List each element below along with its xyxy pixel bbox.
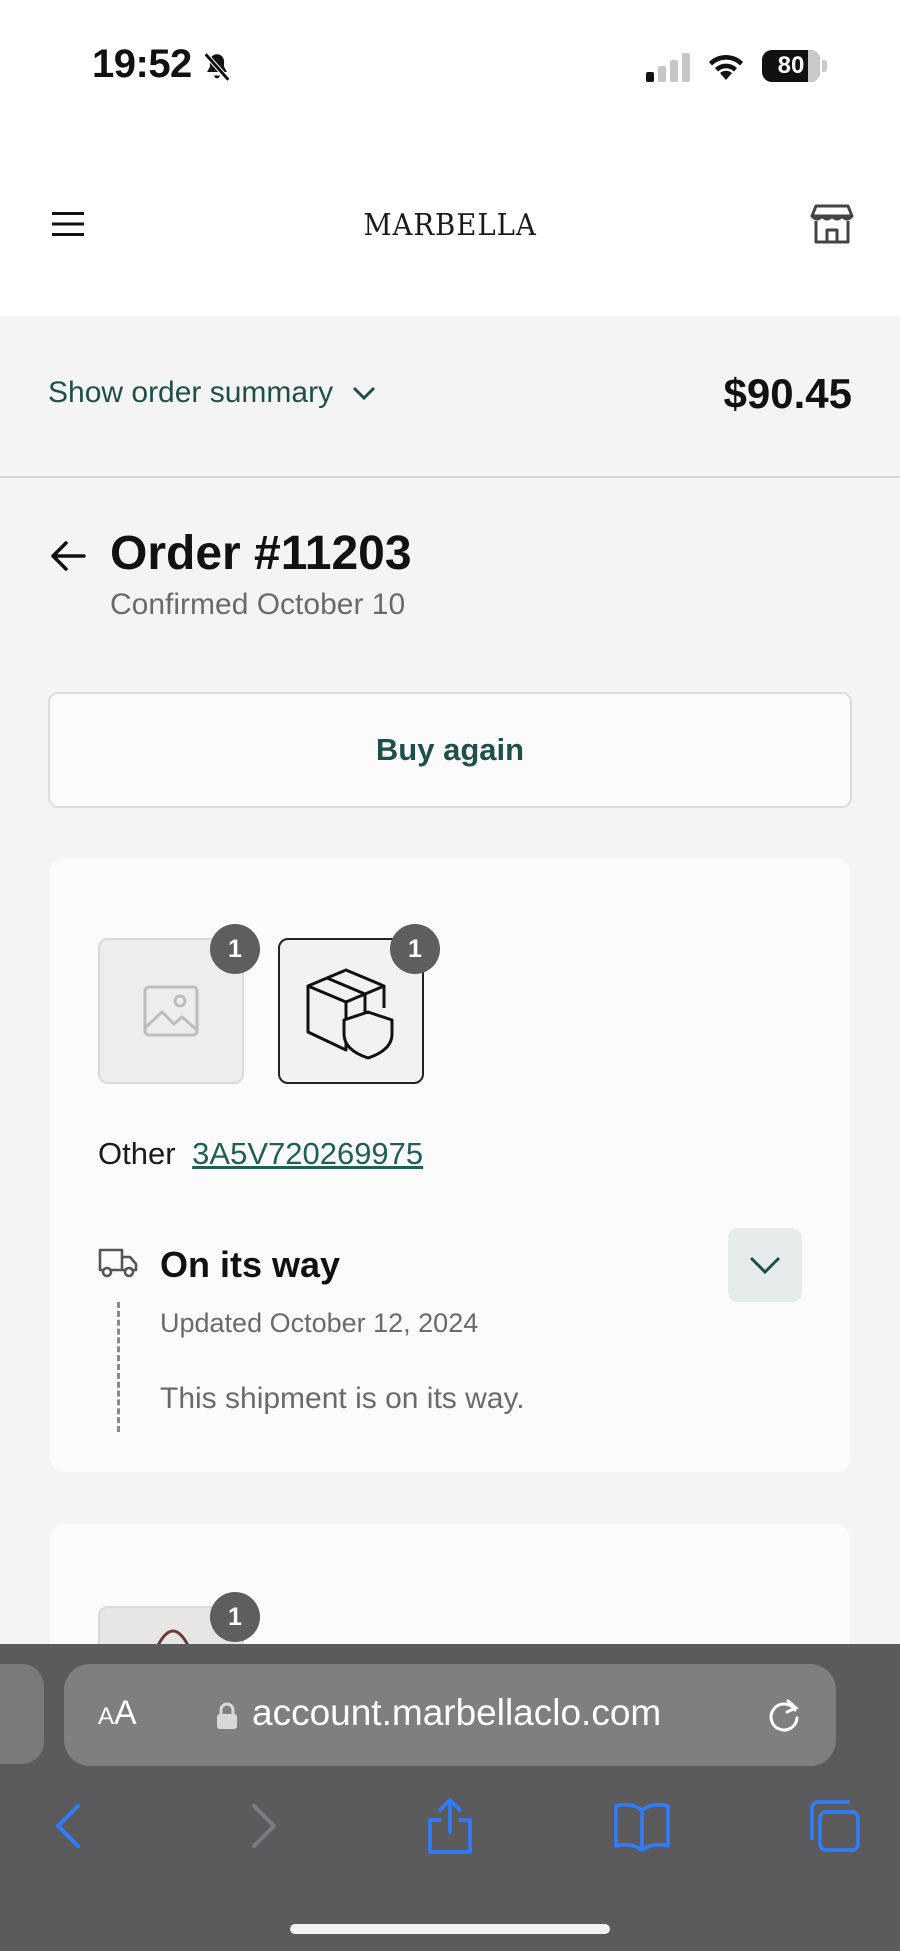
browser-toolbar: AAAA account.marbellaclo.com [0, 1644, 900, 1951]
expand-shipment-button[interactable] [728, 1228, 802, 1302]
battery-indicator: 80 [762, 50, 820, 82]
status-message: This shipment is on its way. [160, 1382, 525, 1415]
cellular-signal-icon [646, 53, 690, 82]
status-time: 19:52 [92, 42, 192, 86]
home-indicator [290, 1924, 610, 1934]
back-arrow-icon[interactable] [48, 536, 88, 576]
chevron-down-icon [749, 1256, 781, 1275]
order-confirmed-date: Confirmed October 10 [110, 588, 406, 621]
carrier-label: Other [98, 1136, 176, 1171]
show-order-summary-toggle[interactable]: Show order summary [48, 376, 377, 410]
lock-icon [217, 1702, 237, 1729]
store-icon[interactable] [810, 204, 854, 244]
bell-slash-icon [203, 52, 231, 82]
url-text: account.marbellaclo.com [252, 1692, 662, 1733]
bookmarks-icon[interactable] [612, 1796, 672, 1856]
package-protection-icon [306, 968, 394, 1060]
shipment-status-title: On its way [160, 1244, 341, 1285]
order-total: $90.45 [723, 370, 852, 417]
text-size-button[interactable]: AAAA [98, 1694, 137, 1733]
address-bar[interactable]: AAAA account.marbellaclo.com [64, 1664, 836, 1766]
tabs-icon[interactable] [804, 1796, 864, 1856]
page-title: Order #11203 [110, 527, 412, 580]
quantity-badge: 1 [210, 924, 260, 974]
previous-tab-preview[interactable] [0, 1664, 44, 1764]
back-icon[interactable] [40, 1796, 100, 1856]
quantity-badge: 1 [210, 1592, 260, 1642]
forward-icon[interactable] [232, 1796, 292, 1856]
tracking-number-link[interactable]: 3A5V720269975 [192, 1136, 423, 1171]
image-placeholder-icon [143, 985, 199, 1037]
truck-icon [98, 1248, 138, 1278]
status-updated-date: Updated October 12, 2024 [160, 1308, 479, 1338]
brand-logo[interactable]: MARBELLA [36, 208, 864, 243]
status-bar: 19:52 80 [0, 0, 900, 130]
order-summary-bar: Show order summary $90.45 [0, 316, 900, 478]
buy-again-button[interactable]: Buy again [48, 692, 852, 808]
chevron-down-icon [353, 386, 376, 401]
wifi-icon [709, 54, 743, 80]
quantity-badge: 1 [390, 924, 440, 974]
timeline-line [117, 1302, 120, 1432]
battery-level: 80 [777, 52, 805, 79]
shipment-card: 1 1 Other 3A5V720269975 On its way Updat… [50, 858, 850, 1472]
site-header: MARBELLA [0, 130, 900, 316]
battery-tip [822, 60, 827, 72]
tracking-info: Other 3A5V720269975 [98, 1136, 423, 1172]
reload-icon[interactable] [764, 1696, 804, 1736]
share-icon[interactable] [420, 1796, 480, 1856]
summary-toggle-label: Show order summary [48, 376, 334, 409]
